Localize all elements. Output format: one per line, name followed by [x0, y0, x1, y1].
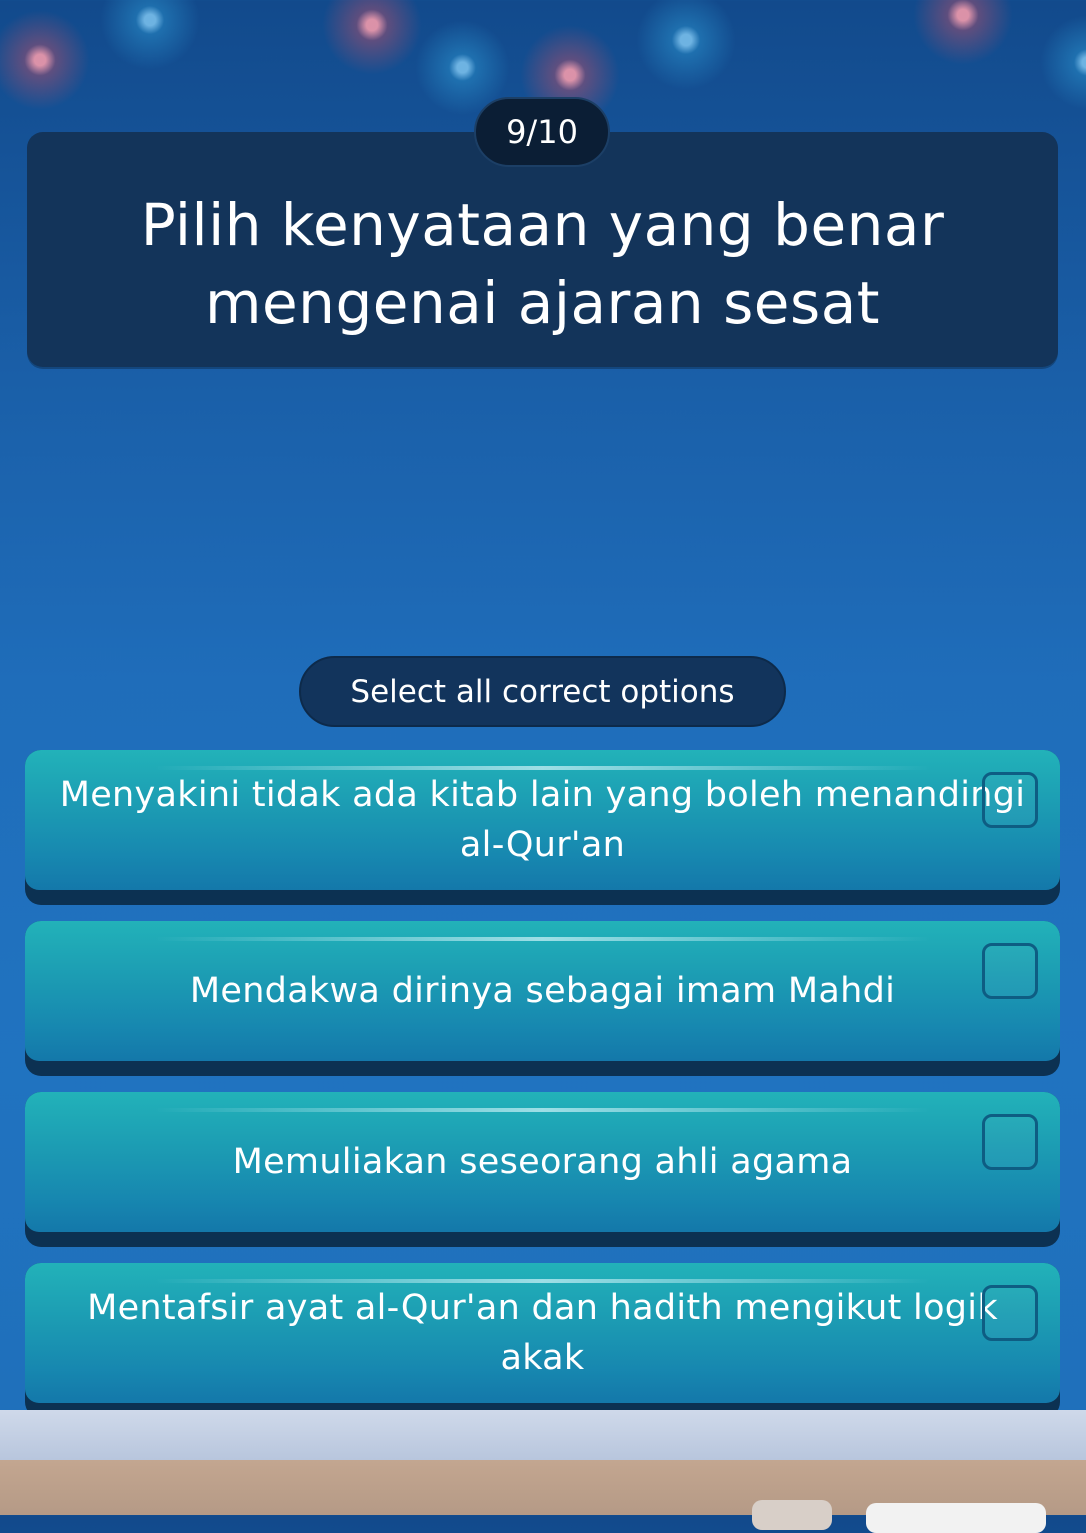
checkbox-icon[interactable] [982, 772, 1038, 828]
background-light [322, 0, 422, 75]
keyboard-key [752, 1500, 832, 1530]
answer-option-3[interactable]: Memuliakan seseorang ahli agama [25, 1092, 1060, 1247]
background-light [913, 0, 1013, 65]
instruction-pill: Select all correct options [299, 656, 786, 727]
answer-option-label: Memuliakan seseorang ahli agama [232, 1142, 853, 1182]
background-light [100, 0, 200, 70]
question-text: Pilih kenyataan yang benar mengenai ajar… [140, 190, 945, 337]
background-light [636, 0, 736, 90]
question-progress-text: 9/10 [506, 113, 578, 151]
checkbox-icon[interactable] [982, 943, 1038, 999]
answer-option-4[interactable]: Mentafsir ayat al-Qur'an dan hadith meng… [25, 1263, 1060, 1418]
keyboard-key [866, 1503, 1046, 1533]
checkbox-icon[interactable] [982, 1285, 1038, 1341]
question-progress-badge: 9/10 [474, 97, 610, 167]
answer-option-2[interactable]: Mendakwa dirinya sebagai imam Mahdi [25, 921, 1060, 1076]
instruction-text: Select all correct options [350, 673, 735, 710]
answer-option-label: Menyakini tidak ada kitab lain yang bole… [59, 775, 1026, 865]
background-light [1040, 15, 1086, 110]
question-card: Pilih kenyataan yang benar mengenai ajar… [27, 132, 1058, 367]
bottom-edge-strip [0, 1410, 1086, 1460]
answer-option-label: Mendakwa dirinya sebagai imam Mahdi [189, 971, 896, 1011]
background-light [0, 10, 90, 110]
answer-option-label: Mentafsir ayat al-Qur'an dan hadith meng… [87, 1288, 998, 1378]
checkbox-icon[interactable] [982, 1114, 1038, 1170]
answer-option-1[interactable]: Menyakini tidak ada kitab lain yang bole… [25, 750, 1060, 905]
